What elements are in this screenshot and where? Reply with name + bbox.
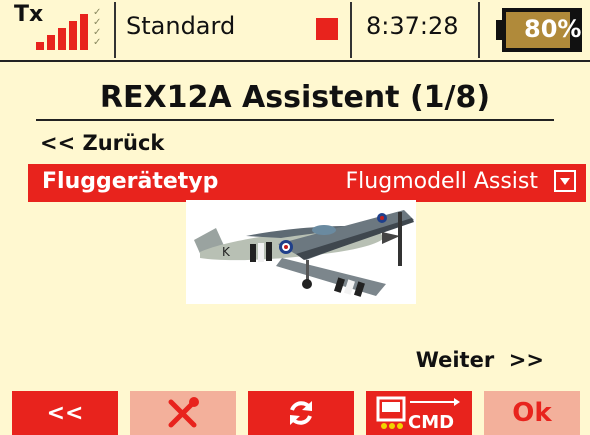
clock: 8:37:28 [366, 12, 459, 40]
battery-icon: 80% [496, 8, 584, 52]
next-link[interactable]: Weiter >> [416, 348, 544, 372]
status-bar: Tx ✓ ✓ ✓ ✓ Standard 8:37:28 80% [0, 0, 590, 64]
refresh-icon [290, 401, 312, 425]
battery-percent: 80% [524, 15, 582, 43]
back-softkey-button[interactable]: << [12, 391, 118, 435]
transmitter-signal: Tx ✓ ✓ ✓ ✓ [0, 0, 112, 60]
cmd-softkey-button[interactable]: CMD [366, 391, 472, 435]
warbird-airplane-icon: K [194, 210, 414, 297]
aircraft-type-label: Fluggerätetyp [42, 169, 219, 194]
ok-softkey-button[interactable]: Ok [484, 391, 580, 435]
model-profile[interactable]: Standard [126, 12, 235, 40]
back-link[interactable]: << Zurück [40, 131, 164, 155]
dropdown-icon[interactable] [554, 170, 576, 192]
record-indicator-icon [316, 18, 338, 40]
svg-text:K: K [222, 245, 231, 259]
svg-text:CMD: CMD [408, 412, 454, 432]
aircraft-type-value[interactable]: Flugmodell Assist [346, 169, 538, 194]
aircraft-image: K [186, 200, 416, 304]
refresh-softkey-button[interactable] [248, 391, 354, 435]
softkey-bar: << CMD Ok [0, 391, 590, 435]
cmd-icon: CMD [376, 396, 460, 432]
ok-softkey-label: Ok [512, 398, 552, 428]
signal-bars-icon [36, 14, 92, 50]
settings-softkey-button[interactable] [130, 391, 236, 435]
link-check-icon: ✓ ✓ ✓ ✓ [93, 7, 102, 48]
back-softkey-label: << [46, 400, 84, 426]
wrench-screwdriver-icon [168, 397, 199, 428]
page-title: REX12A Assistent (1/8) [99, 80, 491, 115]
aircraft-type-row[interactable]: Fluggerätetyp Flugmodell Assist [28, 164, 586, 202]
